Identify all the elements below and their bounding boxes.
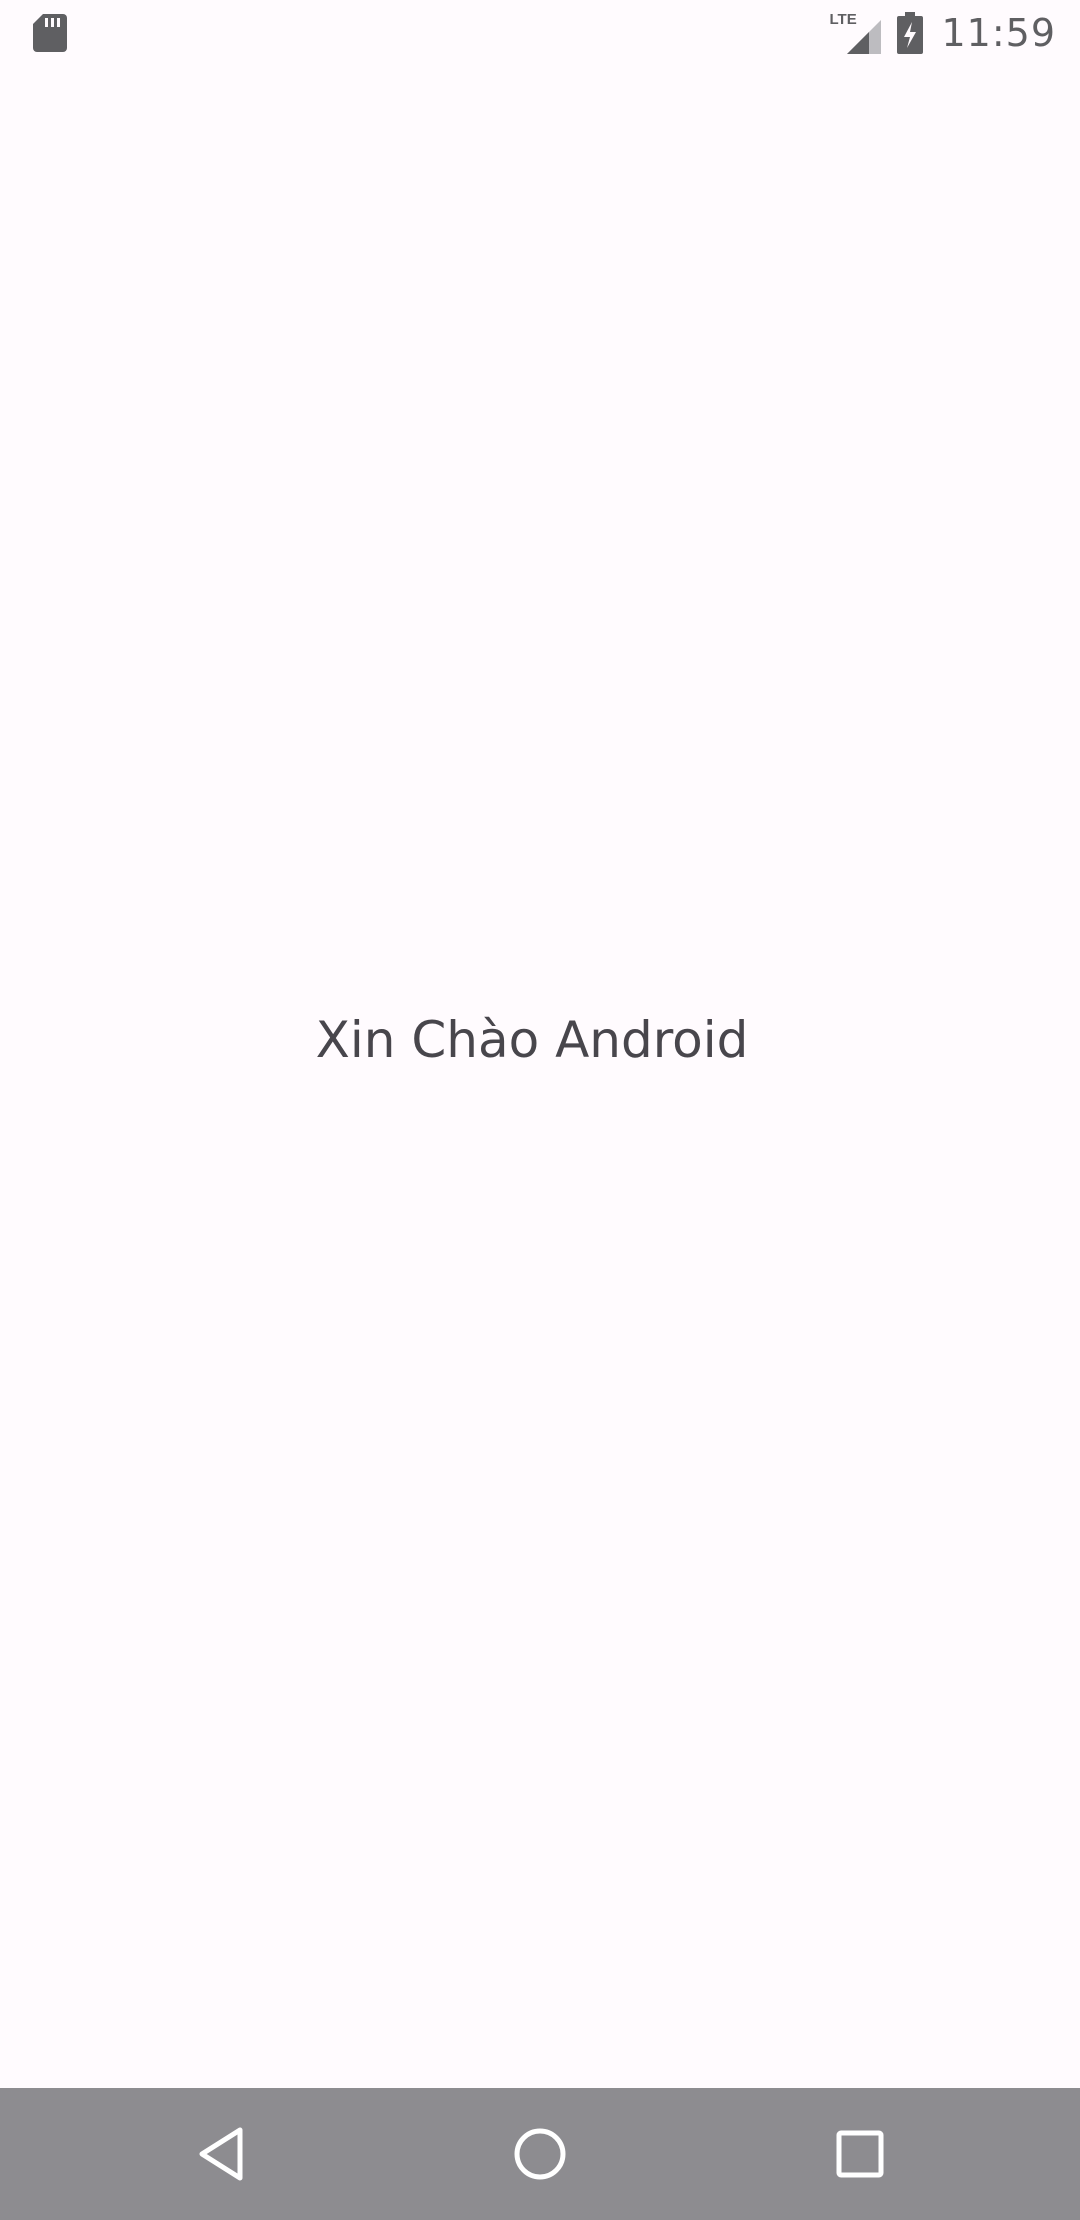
network-type-label: LTE — [829, 11, 857, 28]
status-time: 11:59 — [941, 11, 1056, 55]
greeting-text: Xin Chào Android — [315, 1011, 749, 1069]
battery-charging-icon — [897, 12, 924, 54]
status-bar: LTE 11:59 — [0, 0, 1080, 66]
home-icon — [514, 2128, 566, 2180]
home-button[interactable] — [496, 2110, 584, 2198]
back-icon — [199, 2127, 243, 2181]
app-screen: LTE 11:59 Xin Chào Android — [0, 0, 1080, 2220]
status-icons: LTE 11:59 — [829, 0, 1056, 66]
recents-icon — [836, 2130, 884, 2178]
recents-button[interactable] — [816, 2110, 904, 2198]
back-button[interactable] — [178, 2110, 266, 2198]
signal-icon: LTE — [829, 11, 882, 54]
navigation-bar — [0, 2088, 1080, 2220]
sd-card-icon — [33, 14, 67, 52]
